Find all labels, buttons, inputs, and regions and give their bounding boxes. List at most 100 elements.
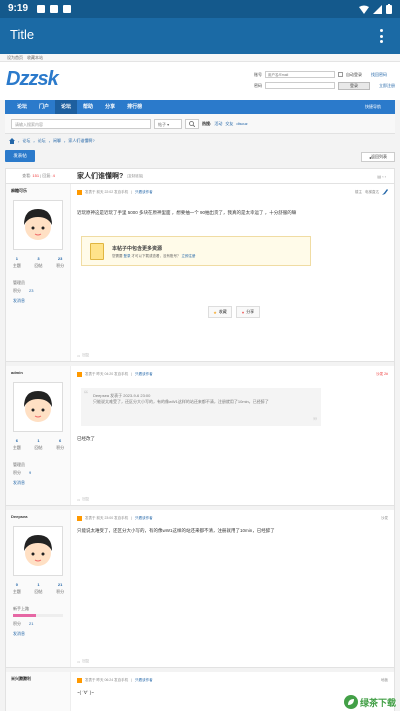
author-icon: [77, 515, 82, 521]
resource-register-link[interactable]: 立即注册: [181, 254, 195, 258]
author-name[interactable]: 麻糖可乐: [11, 188, 27, 194]
password-input[interactable]: [265, 82, 335, 89]
post-content: 近玩原神这是近玩了手里 5000 多块在原神里面 ，想要抽一个 90抽出货了，我…: [77, 210, 297, 215]
only-author-link[interactable]: 只看该作者: [135, 678, 153, 683]
auto-login-label: 自动登录: [346, 71, 362, 77]
nav-item-ranking[interactable]: 排行榜: [121, 100, 148, 114]
author-panel: Deepsea 0 主题 1 回帖 21 积分 新手上路 积分 21 发消息: [6, 510, 71, 667]
site-logo[interactable]: Dzzsk: [6, 68, 59, 91]
wifi-icon: [359, 5, 369, 14]
login-button[interactable]: 登录: [338, 81, 370, 90]
nav-item-help[interactable]: 帮助: [77, 100, 99, 114]
floor-label: 地板: [381, 677, 388, 682]
quote-text: 只能说太难受了，还区分大小写的，有的像wW1这样的站还来都不清，注册就用了10m…: [93, 399, 269, 405]
user-group: 管理员: [13, 462, 25, 467]
avatar[interactable]: [13, 526, 63, 576]
author-panel: admin 6 主题 1 回帖 6 积分 管理员 积分 9 发消息: [6, 366, 71, 505]
floor-jump[interactable]: 电梯直达: [365, 190, 379, 195]
post: Deepsea 0 主题 1 回帖 21 积分 新手上路 积分 21 发消息 发表于 前…: [5, 510, 395, 668]
breadcrumb-item[interactable]: 论坛: [38, 138, 46, 144]
send-message-link[interactable]: 发消息: [13, 631, 25, 637]
author-name[interactable]: 米兴腾腾利: [11, 676, 31, 682]
user-points: 积分 23: [13, 288, 34, 293]
account-label: 账号: [254, 71, 262, 77]
hot-search-item[interactable]: 交友: [225, 121, 233, 127]
search-icon: [189, 120, 195, 127]
main-nav: 论坛 门户 论坛 帮助 分享 排行榜 快捷导航: [5, 100, 395, 114]
send-message-link[interactable]: 发消息: [13, 480, 25, 486]
app-icon: [63, 5, 71, 13]
hot-search-item[interactable]: 活动: [214, 121, 222, 127]
avatar[interactable]: [13, 200, 63, 250]
post-meta: 发表于 前天 23:00 发自手机 | 只看该作者 沙发: [77, 514, 388, 522]
thread-stats: 查看: 151 | 回复: 4: [22, 173, 55, 178]
nav-item-share[interactable]: 分享: [99, 100, 121, 114]
breadcrumb-item[interactable]: 家人们谁懂啊?: [68, 138, 94, 144]
nav-item-forum-active[interactable]: 论坛: [55, 100, 78, 114]
app-title: Title: [10, 27, 35, 42]
back-to-list-button[interactable]: ◂ 返回列表: [361, 152, 395, 162]
system-icons: [359, 4, 392, 14]
only-author-link[interactable]: 只看该作者: [135, 190, 153, 195]
post-body: 发表于 昨天 04:20 发自手机 | 只看该作者 沙发 2# “” Deepse…: [71, 366, 394, 505]
home-icon[interactable]: [9, 138, 15, 144]
set-homepage-link[interactable]: 设为首页: [7, 55, 23, 60]
favorite-button[interactable]: ★ 收藏: [208, 306, 232, 318]
floor-label: 沙发 2#: [376, 371, 388, 376]
breadcrumb: › 论坛 › 论坛 › 闲聊 › 家人们谁懂啊?: [0, 134, 400, 148]
hidden-resource-box: 本帖子中包含更多资源 您需要 登录 才可以下载或查看，没有账号？ 立即注册: [81, 236, 311, 266]
author-icon: [77, 677, 82, 683]
leaf-icon: [343, 695, 358, 709]
password-label: 密码: [254, 82, 262, 88]
quick-nav-link[interactable]: 快捷导航: [359, 100, 387, 114]
post-body: 发表于 前天 22:02 发自手机 | 只看该作者 楼主 电梯直达 近玩原神这是近玩…: [71, 184, 394, 361]
author-name[interactable]: Deepsea: [11, 514, 27, 519]
author-stats: 1 主题 3 回帖 23 积分: [12, 256, 65, 268]
status-bar: 9:19: [0, 0, 400, 18]
post: 麻糖可乐 1 主题 3 回帖 23 积分 管理员 积分 23 发消息 发表于 前天 22…: [5, 184, 395, 362]
copy-link[interactable]: [复制链接]: [127, 174, 143, 179]
bookmark-link[interactable]: 收藏本站: [27, 55, 43, 60]
thread-tools[interactable]: ▤ ‹ ›: [377, 174, 386, 179]
search-input[interactable]: 请输入搜索内容: [11, 118, 151, 129]
webview: 设为首页 收藏本站 Dzzsk 账号 自动登录 找回密码 密码 登录 立即注册 …: [0, 54, 400, 711]
battery-icon: [386, 4, 392, 14]
resource-title: 本帖子中包含更多资源: [112, 246, 163, 252]
user-points: 积分 9: [13, 470, 32, 475]
overflow-menu-icon[interactable]: [380, 29, 384, 43]
reply-link[interactable]: ▭ 回复: [77, 497, 89, 502]
search-button[interactable]: [185, 118, 199, 129]
breadcrumb-item[interactable]: 论坛: [22, 138, 30, 144]
only-author-link[interactable]: 只看该作者: [135, 516, 153, 521]
share-button[interactable]: ♥ 分享: [236, 306, 260, 318]
forgot-password-link[interactable]: 找回密码: [371, 72, 387, 78]
author-panel: 米兴腾腾利: [6, 672, 71, 711]
quote-block: “” Deepsea 发表于 2023-9-6 23:00 只能说太难受了，还区…: [81, 388, 321, 429]
user-points: 积分 21: [13, 621, 34, 626]
post-content: 只能说太难受了，还区分大小写的，有的像wW1这样的站还来都不清，注册就用了10m…: [77, 528, 275, 533]
resource-login-link[interactable]: 登录: [123, 254, 130, 258]
breadcrumb-item[interactable]: 闲聊: [53, 138, 61, 144]
search-type-select[interactable]: 帖子 ▾: [154, 118, 182, 129]
notification-icons: [37, 5, 71, 13]
account-input[interactable]: [265, 71, 335, 78]
nav-item-portal[interactable]: 门户: [33, 100, 55, 114]
hot-search-item[interactable]: discuz: [236, 121, 247, 126]
post-content: ~( ´∀` )~: [77, 690, 94, 695]
only-author-link[interactable]: 只看该作者: [135, 372, 153, 377]
reply-link[interactable]: ▭ 回复: [77, 353, 89, 358]
pen-icon: [382, 189, 388, 195]
level-bar: [13, 614, 63, 617]
send-message-link[interactable]: 发消息: [13, 298, 25, 304]
post-meta: 发表于 昨天 06:24 发自手机 | 只看该作者 地板: [77, 676, 388, 684]
register-link[interactable]: 立即注册: [379, 83, 395, 89]
user-group: 管理员: [13, 280, 25, 285]
nav-item-forum[interactable]: 论坛: [11, 100, 33, 114]
reply-link[interactable]: ▭ 回复: [77, 659, 89, 664]
avatar[interactable]: [13, 382, 63, 432]
author-name[interactable]: admin: [11, 370, 23, 375]
auto-login-checkbox[interactable]: [338, 72, 343, 77]
author-icon: [77, 371, 82, 377]
new-post-button[interactable]: 发表帖: [5, 150, 35, 162]
post-body: 发表于 前天 23:00 发自手机 | 只看该作者 沙发 只能说太难受了，还区分大…: [71, 510, 394, 667]
